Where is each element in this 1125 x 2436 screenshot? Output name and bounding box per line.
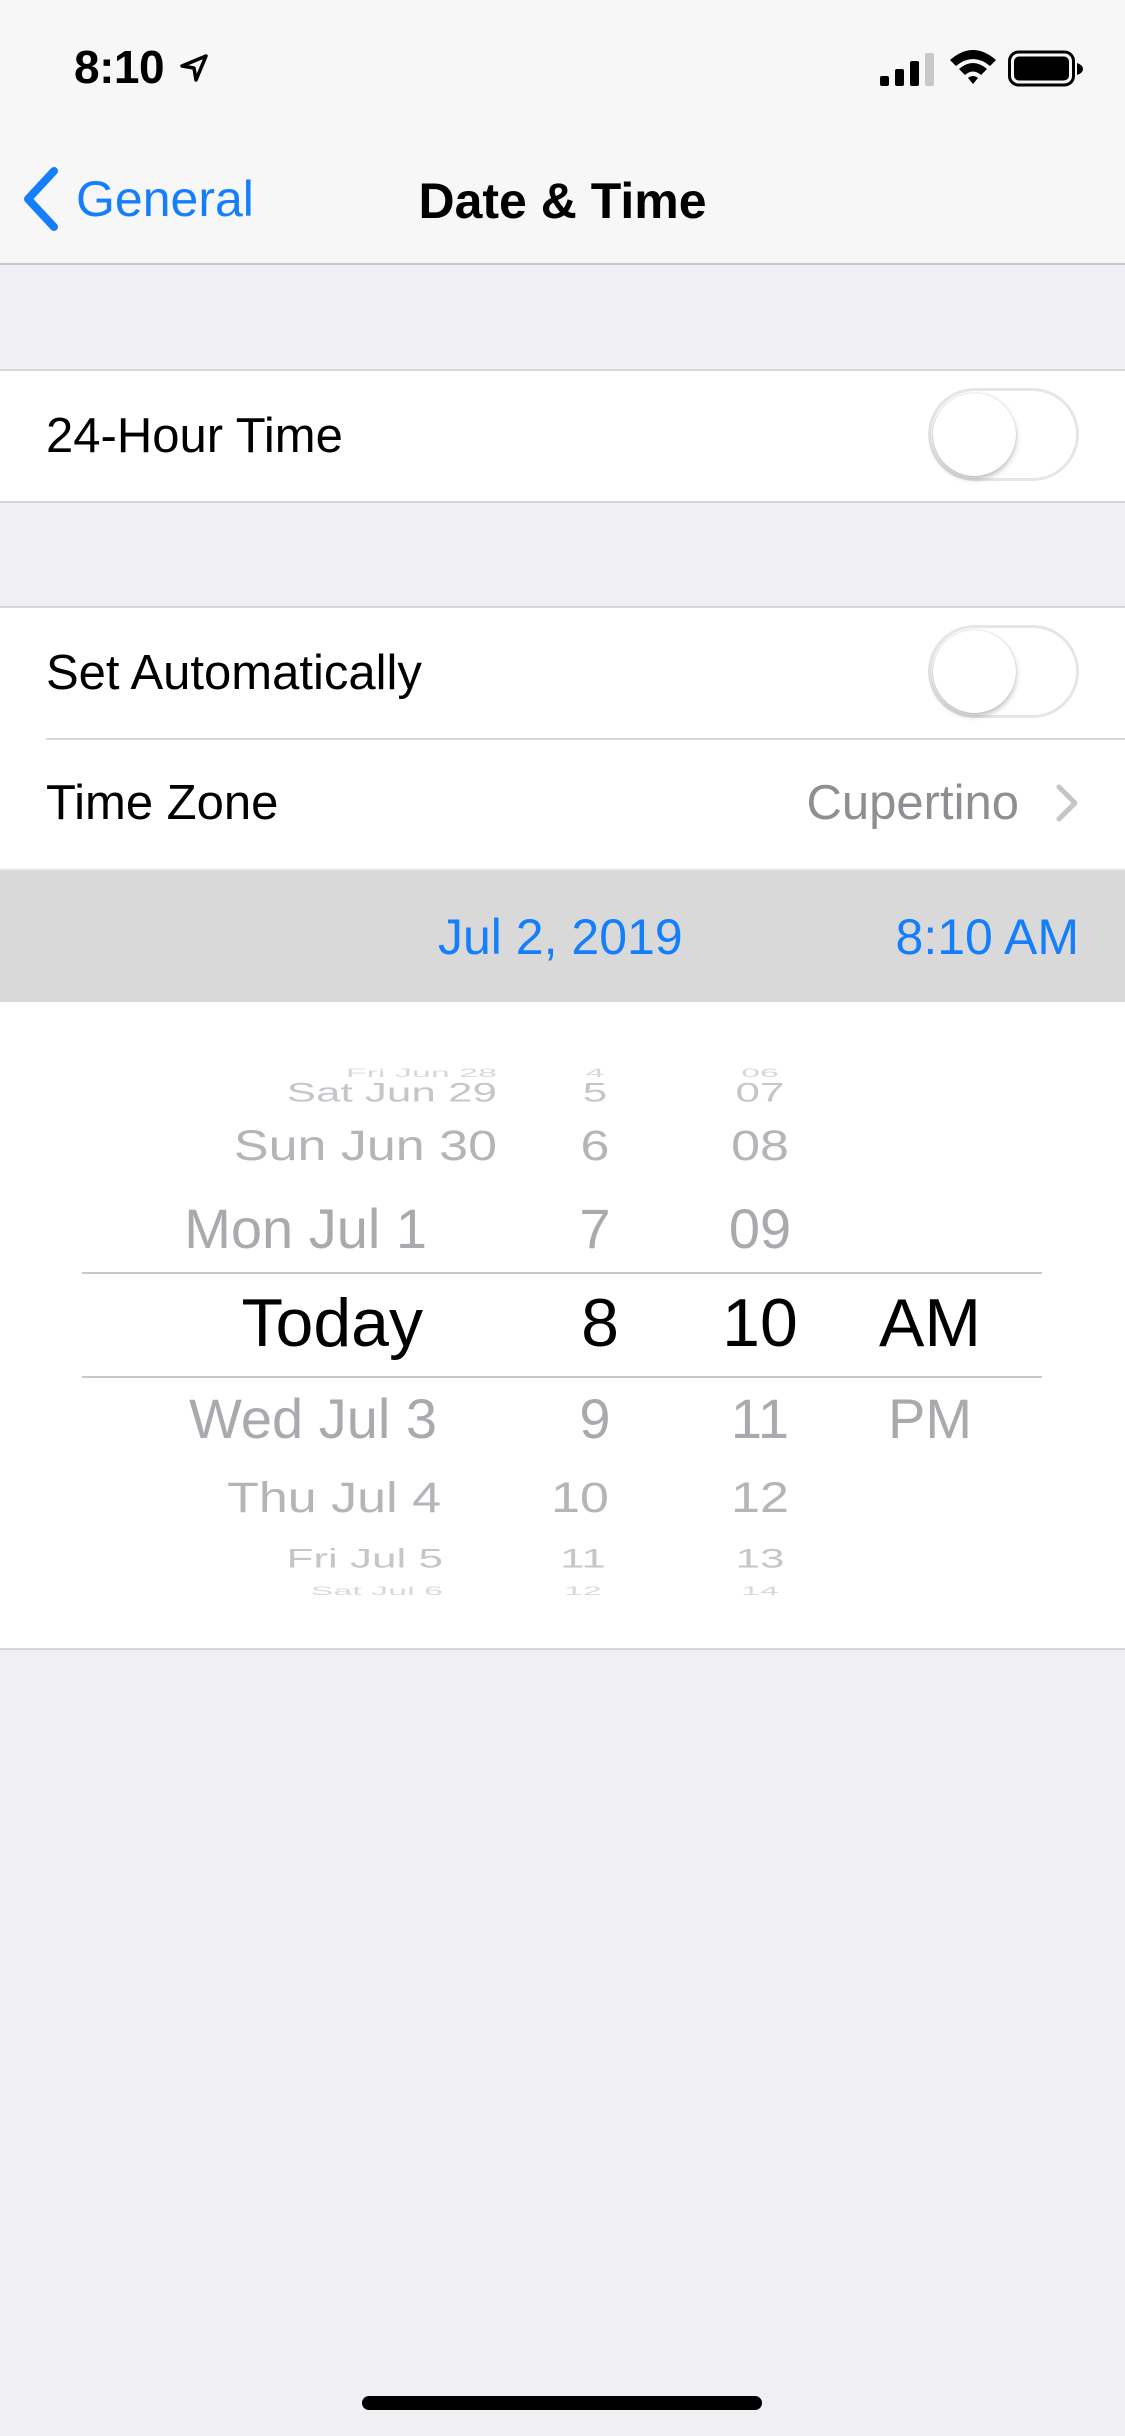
selected-time: 8:10 AM xyxy=(895,909,1079,965)
picker-minute-selected[interactable]: 10 xyxy=(690,1284,830,1362)
set-automatically-label: Set Automatically xyxy=(46,646,422,700)
picker-date-selected[interactable]: Today xyxy=(150,1284,423,1362)
picker-hour-item[interactable]: 10 xyxy=(515,1473,645,1522)
picker-date-item[interactable]: Mon Jul 1 xyxy=(150,1196,427,1261)
set-automatically-toggle[interactable] xyxy=(928,625,1079,718)
hour24-row: 24-Hour Time xyxy=(0,371,1125,501)
status-bar: 8:10 xyxy=(0,0,1125,132)
picker-minute-item[interactable]: 09 xyxy=(690,1196,830,1261)
selected-datetime-bar[interactable]: Jul 2, 2019 8:10 AM xyxy=(0,870,1125,1002)
battery-icon xyxy=(1008,50,1083,87)
picker-hour-item[interactable]: 7 xyxy=(530,1196,660,1261)
timezone-label: Time Zone xyxy=(46,776,279,830)
selected-date: Jul 2, 2019 xyxy=(438,909,683,965)
picker-hour-item[interactable]: 11 xyxy=(518,1544,648,1574)
picker-date-item[interactable]: Fri Jul 5 xyxy=(150,1544,443,1574)
home-indicator[interactable] xyxy=(362,2396,762,2410)
hour24-group: 24-Hour Time xyxy=(0,369,1125,503)
picker-ampm-item[interactable]: PM xyxy=(860,1386,1000,1451)
picker-minute-item[interactable]: 07 xyxy=(690,1078,830,1108)
picker-ampm-selected[interactable]: AM xyxy=(860,1284,1000,1362)
timezone-value: Cupertino xyxy=(806,776,1019,830)
hour24-toggle[interactable] xyxy=(928,388,1079,481)
picker-hour-item[interactable]: 6 xyxy=(530,1121,660,1170)
picker-hour-item[interactable]: 12 xyxy=(518,1585,648,1599)
picker-date-item[interactable]: Sat Jul 6 xyxy=(150,1585,443,1599)
picker-selection-top-line xyxy=(82,1272,1042,1274)
toggle-knob xyxy=(933,393,1016,476)
picker-hour-item[interactable]: 5 xyxy=(530,1078,660,1108)
picker-date-item[interactable]: Wed Jul 3 xyxy=(150,1386,437,1451)
picker-hour-item[interactable]: 9 xyxy=(530,1386,660,1451)
timezone-row[interactable]: Time Zone Cupertino xyxy=(0,738,1125,868)
picker-hour-selected[interactable]: 8 xyxy=(535,1284,665,1362)
picker-date-item[interactable]: Thu Jul 4 xyxy=(150,1473,441,1522)
status-time: 8:10 xyxy=(74,41,165,93)
set-automatically-row: Set Automatically xyxy=(0,608,1125,738)
location-arrow-icon xyxy=(180,54,208,82)
picker-date-item[interactable]: Sun Jun 30 xyxy=(150,1121,497,1170)
page-title: Date & Time xyxy=(418,173,707,229)
picker-selection-bottom-line xyxy=(82,1376,1042,1378)
toggle-knob xyxy=(933,630,1016,713)
datetime-group: Set Automatically Time Zone Cupertino xyxy=(0,606,1125,868)
picker-minute-item[interactable]: 13 xyxy=(690,1544,830,1574)
picker-minute-item[interactable]: 14 xyxy=(690,1585,830,1599)
hour24-label: 24-Hour Time xyxy=(46,409,343,463)
wifi-icon xyxy=(950,50,996,84)
cellular-signal-icon xyxy=(880,53,934,86)
picker-minute-item[interactable]: 08 xyxy=(690,1121,830,1170)
date-time-picker[interactable]: Fri Jun 28 Sat Jun 29 Sun Jun 30 Mon Jul… xyxy=(0,1002,1125,1650)
picker-minute-item[interactable]: 12 xyxy=(690,1473,830,1522)
picker-minute-item[interactable]: 11 xyxy=(690,1386,830,1451)
picker-date-item[interactable]: Sat Jun 29 xyxy=(150,1078,497,1108)
navigation-bar: General Date & Time xyxy=(0,132,1125,265)
chevron-right-icon xyxy=(1056,784,1078,822)
